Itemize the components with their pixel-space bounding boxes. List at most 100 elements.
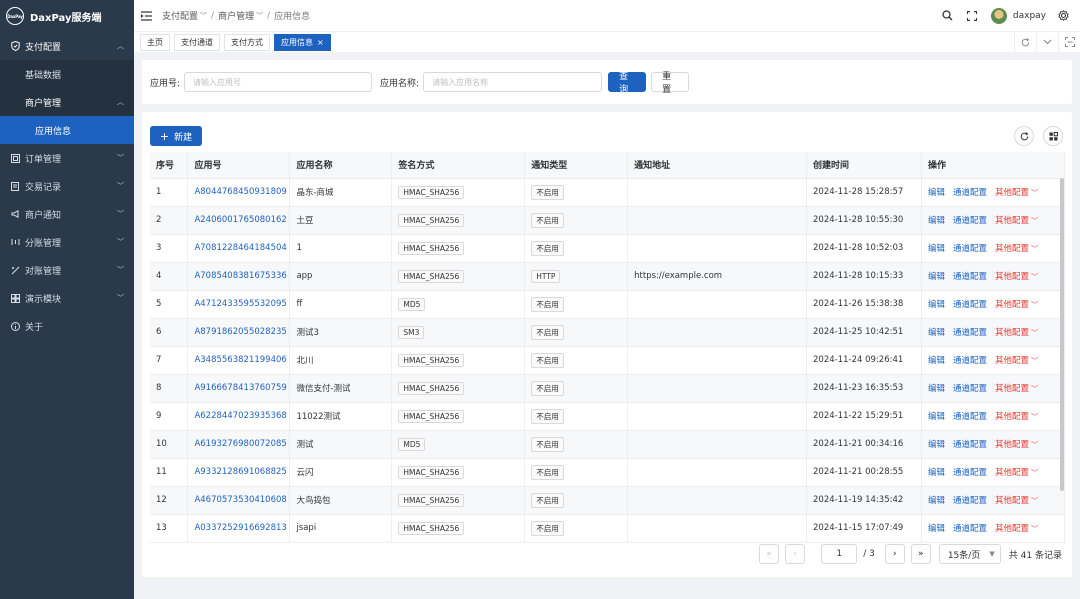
edit-link[interactable]: 编辑: [928, 356, 945, 366]
query-button[interactable]: 查询: [608, 72, 647, 95]
chevron-down-icon: ﹀: [1031, 329, 1039, 337]
channel-config-link[interactable]: 通道配置: [953, 412, 987, 422]
other-config-dropdown[interactable]: 其他配置 ﹀: [995, 384, 1038, 394]
search-icon[interactable]: [941, 9, 955, 23]
chevron-up-icon: ︿: [117, 42, 124, 50]
notify-type-tag: 不启用: [531, 464, 564, 480]
edit-link[interactable]: 编辑: [928, 384, 945, 394]
close-icon[interactable]: ×: [317, 38, 324, 47]
other-config-dropdown[interactable]: 其他配置 ﹀: [995, 188, 1038, 198]
username[interactable]: daxpay: [1013, 11, 1046, 21]
tab-label: 主页: [147, 37, 163, 47]
other-config-dropdown[interactable]: 其他配置 ﹀: [995, 496, 1038, 506]
other-config-dropdown[interactable]: 其他配置 ﹀: [995, 272, 1038, 282]
app-no-link[interactable]: A9166678413760759: [194, 383, 286, 393]
channel-config-link[interactable]: 通道配置: [953, 188, 987, 198]
gear-icon[interactable]: [1056, 9, 1070, 23]
app-no-link[interactable]: A8791862055028235: [194, 327, 286, 337]
channel-config-link[interactable]: 通道配置: [953, 328, 987, 338]
page-number-input[interactable]: 1: [821, 544, 858, 564]
sidebar-item-split-management[interactable]: 分账管理 ﹀: [0, 228, 134, 256]
breadcrumb-item[interactable]: 支付配置: [162, 9, 198, 22]
refresh-button[interactable]: [1014, 126, 1034, 146]
other-config-dropdown[interactable]: 其他配置 ﹀: [995, 440, 1038, 450]
sidebar-item-trade-records[interactable]: 交易记录 ﹀: [0, 172, 134, 200]
other-config-dropdown[interactable]: 其他配置 ﹀: [995, 300, 1038, 310]
app-no-link[interactable]: A0337252916692813: [194, 523, 286, 533]
channel-config-link[interactable]: 通道配置: [953, 524, 987, 534]
next-page-button[interactable]: ›: [884, 544, 905, 564]
prev-page-button[interactable]: ‹: [785, 544, 806, 564]
other-config-label: 其他配置: [995, 272, 1030, 282]
sidebar-item-order-management[interactable]: 订单管理 ﹀: [0, 144, 134, 172]
other-config-dropdown[interactable]: 其他配置 ﹀: [995, 328, 1038, 338]
edit-link[interactable]: 编辑: [928, 468, 945, 478]
logo[interactable]: DaxPay DaxPay服务端: [0, 0, 134, 32]
channel-config-link[interactable]: 通道配置: [953, 216, 987, 226]
edit-link[interactable]: 编辑: [928, 188, 945, 198]
sidebar-item-payment-config[interactable]: 支付配置 ︿: [0, 32, 134, 60]
app-name-input[interactable]: 请输入应用名称: [423, 72, 603, 92]
app-no-link[interactable]: A6193276980072085: [194, 439, 286, 449]
edit-link[interactable]: 编辑: [928, 216, 945, 226]
other-config-dropdown[interactable]: 其他配置 ﹀: [995, 412, 1038, 422]
chevron-down-icon[interactable]: [1036, 31, 1058, 53]
table-scrollbar[interactable]: [1060, 178, 1064, 491]
sidebar-item-demo-module[interactable]: 演示模块 ﹀: [0, 284, 134, 312]
avatar[interactable]: [990, 7, 1007, 24]
last-page-button[interactable]: »: [910, 544, 931, 564]
edit-link[interactable]: 编辑: [928, 244, 945, 254]
tab-home[interactable]: 主页: [140, 33, 170, 51]
edit-link[interactable]: 编辑: [928, 524, 945, 534]
edit-link[interactable]: 编辑: [928, 496, 945, 506]
expand-icon[interactable]: [1058, 31, 1080, 53]
edit-link[interactable]: 编辑: [928, 300, 945, 310]
sidebar-item-merchant-notify[interactable]: 商户通知 ﹀: [0, 200, 134, 228]
channel-config-link[interactable]: 通道配置: [953, 440, 987, 450]
refresh-tab-icon[interactable]: [1014, 31, 1036, 53]
other-config-dropdown[interactable]: 其他配置 ﹀: [995, 216, 1038, 226]
sidebar-item-merchant-management[interactable]: 商户管理 ︿: [0, 88, 134, 116]
app-no-link[interactable]: A7085408381675336: [194, 271, 286, 281]
channel-config-link[interactable]: 通道配置: [953, 468, 987, 478]
sidebar-item-basic-data[interactable]: 基础数据: [0, 60, 134, 88]
app-no-link[interactable]: A4670573530410608: [194, 495, 286, 505]
edit-link[interactable]: 编辑: [928, 412, 945, 422]
sidebar-item-app-info[interactable]: 应用信息: [0, 116, 134, 144]
breadcrumb-item[interactable]: 商户管理: [218, 9, 254, 22]
other-config-dropdown[interactable]: 其他配置 ﹀: [995, 244, 1038, 254]
app-no-link[interactable]: A2406001765080162: [194, 215, 286, 225]
tab-pay-method[interactable]: 支付方式: [224, 33, 270, 51]
chevron-down-icon: ﹀: [1031, 273, 1039, 281]
channel-config-link[interactable]: 通道配置: [953, 356, 987, 366]
first-page-button[interactable]: «: [759, 544, 780, 564]
column-settings-button[interactable]: [1043, 126, 1063, 146]
channel-config-link[interactable]: 通道配置: [953, 300, 987, 310]
channel-config-link[interactable]: 通道配置: [953, 384, 987, 394]
other-config-dropdown[interactable]: 其他配置 ﹀: [995, 468, 1038, 478]
fullscreen-icon[interactable]: [965, 9, 979, 23]
other-config-dropdown[interactable]: 其他配置 ﹀: [995, 356, 1038, 366]
app-no-link[interactable]: A4712433595532095: [194, 299, 286, 309]
channel-config-link[interactable]: 通道配置: [953, 272, 987, 282]
tab-app-info[interactable]: 应用信息 ×: [274, 33, 331, 51]
sidebar-item-reconcile-management[interactable]: 对账管理 ﹀: [0, 256, 134, 284]
tab-pay-channel[interactable]: 支付通道: [174, 33, 220, 51]
app-no-link[interactable]: A9332128691068825: [194, 467, 286, 477]
app-no-link[interactable]: A8044768450931809: [194, 187, 286, 197]
page-size-select[interactable]: 15条/页 ▼: [938, 544, 1001, 564]
app-no-link[interactable]: A6228447023935368: [194, 411, 286, 421]
edit-link[interactable]: 编辑: [928, 328, 945, 338]
channel-config-link[interactable]: 通道配置: [953, 496, 987, 506]
app-no-input[interactable]: 请输入应用号: [184, 72, 373, 92]
edit-link[interactable]: 编辑: [928, 440, 945, 450]
menu-collapse-icon[interactable]: [140, 10, 152, 22]
app-no-link[interactable]: A7081228464184504: [194, 243, 286, 253]
app-no-link[interactable]: A3485563821199406: [194, 355, 286, 365]
channel-config-link[interactable]: 通道配置: [953, 244, 987, 254]
other-config-dropdown[interactable]: 其他配置 ﹀: [995, 524, 1038, 534]
edit-link[interactable]: 编辑: [928, 272, 945, 282]
new-button[interactable]: + 新建: [150, 126, 202, 146]
reset-button[interactable]: 重置: [651, 72, 690, 95]
sidebar-item-about[interactable]: 关于: [0, 312, 134, 340]
